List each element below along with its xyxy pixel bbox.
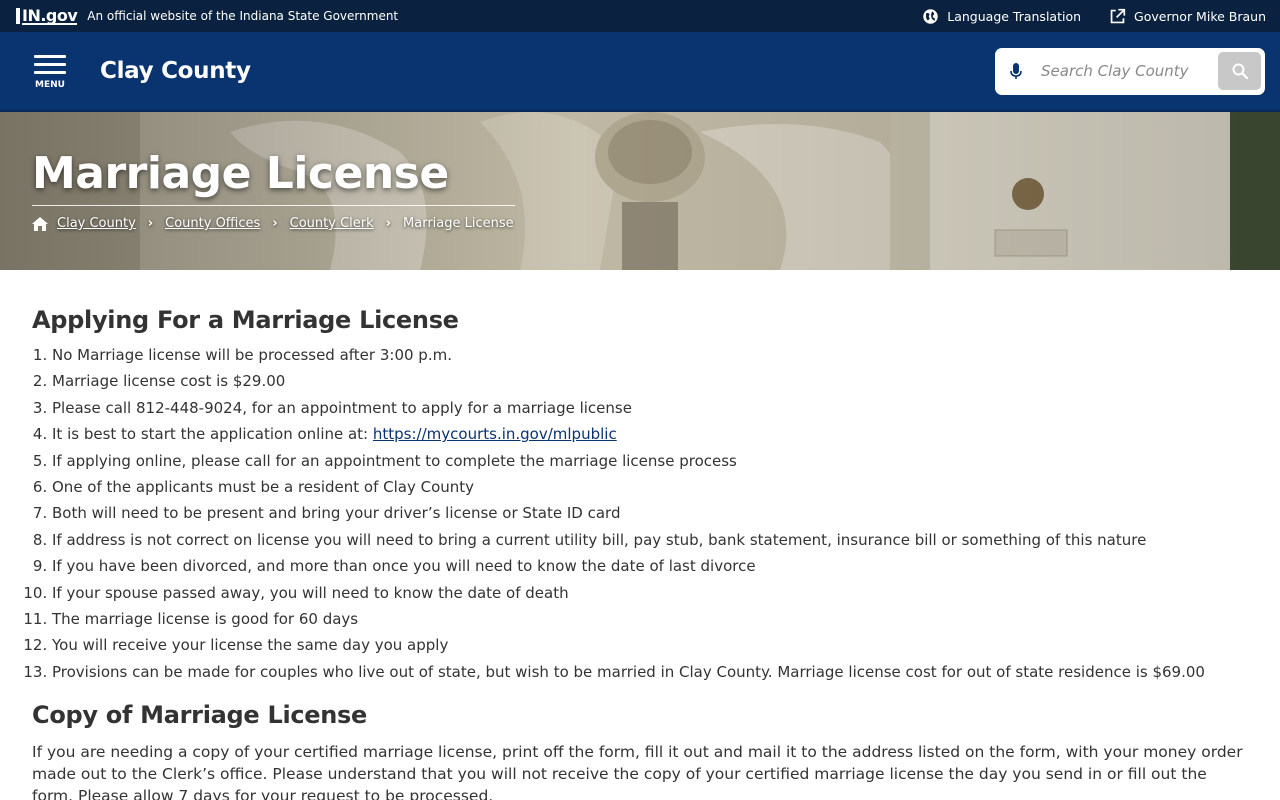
ingov-logo-text: IN.gov <box>22 5 78 25</box>
microphone-icon[interactable] <box>999 62 1033 80</box>
breadcrumb-link-clay-county[interactable]: Clay County <box>57 216 136 231</box>
site-title[interactable]: Clay County <box>100 58 251 84</box>
list-item: One of the applicants must be a resident… <box>52 474 1248 500</box>
page-title: Marriage License <box>32 148 515 206</box>
breadcrumb: Clay County › County Offices › County Cl… <box>32 216 515 231</box>
hamburger-icon-line <box>34 70 66 74</box>
ingov-logo-mark <box>16 8 20 24</box>
search-box <box>995 47 1265 95</box>
chevron-right-icon: › <box>147 216 154 231</box>
copy-paragraph: If you are needing a copy of your certif… <box>32 743 1243 800</box>
external-link-icon <box>1110 8 1126 23</box>
hero-content: Marriage License Clay County › County Of… <box>32 148 515 231</box>
list-item: Please call 812-448-9024, for an appoint… <box>52 395 1248 421</box>
main-content: Applying For a Marriage License No Marri… <box>0 270 1280 800</box>
copy-heading: Copy of Marriage License <box>32 701 368 730</box>
language-translation-label: Language Translation <box>947 8 1082 24</box>
breadcrumb-link-county-clerk[interactable]: County Clerk <box>290 216 374 231</box>
utility-left: IN.gov An official website of the Indian… <box>16 5 399 25</box>
hero-banner: Marriage License Clay County › County Of… <box>0 112 1280 270</box>
language-translation-link[interactable]: Language Translation <box>922 8 1081 25</box>
list-item: Both will need to be present and bring y… <box>52 500 1248 526</box>
header-left: MENU Clay County <box>33 52 251 90</box>
list-item: The marriage license is good for 60 days <box>52 606 1248 632</box>
list-item: You will receive your license the same d… <box>52 632 1248 658</box>
search-icon <box>1232 63 1248 79</box>
home-icon[interactable] <box>32 216 48 231</box>
globe-icon <box>923 8 938 24</box>
site-header: MENU Clay County <box>0 32 1280 112</box>
breadcrumb-link-county-offices[interactable]: County Offices <box>165 216 260 231</box>
list-item: If address is not correct on license you… <box>52 527 1248 553</box>
mlpublic-link[interactable]: https://mycourts.in.gov/mlpublic <box>373 425 617 443</box>
official-website-text: An official website of the Indiana State… <box>87 9 399 23</box>
menu-button[interactable]: MENU <box>33 52 67 90</box>
list-item-text: It is best to start the application onli… <box>52 425 373 444</box>
search-input[interactable] <box>1033 62 1218 80</box>
breadcrumb-current: Marriage License <box>403 216 514 231</box>
applying-heading: Applying For a Marriage License <box>32 306 459 334</box>
applying-list: No Marriage license will be processed af… <box>32 342 1248 685</box>
list-item: If your spouse passed away, you will nee… <box>52 580 1248 606</box>
chevron-right-icon: › <box>385 216 392 231</box>
utility-bar: IN.gov An official website of the Indian… <box>0 0 1280 32</box>
governor-label: Governor Mike Braun <box>1134 8 1266 24</box>
list-item: Provisions can be made for couples who l… <box>52 659 1248 685</box>
list-item: Marriage license cost is $29.00 <box>52 368 1248 394</box>
ingov-logo[interactable]: IN.gov <box>16 5 78 25</box>
governor-link[interactable]: Governor Mike Braun <box>1109 8 1266 25</box>
utility-right: Language Translation Governor Mike Braun <box>922 8 1266 25</box>
list-item: No Marriage license will be processed af… <box>52 342 1248 368</box>
chevron-right-icon: › <box>272 216 278 231</box>
hamburger-icon-line <box>34 62 66 66</box>
list-item: If you have been divorced, and more than… <box>52 553 1248 579</box>
list-item: It is best to start the application onli… <box>52 421 1248 447</box>
list-item: If applying online, please call for an a… <box>52 448 1248 474</box>
menu-label: MENU <box>35 80 65 90</box>
hamburger-icon <box>34 54 66 58</box>
search-button[interactable] <box>1218 52 1261 90</box>
